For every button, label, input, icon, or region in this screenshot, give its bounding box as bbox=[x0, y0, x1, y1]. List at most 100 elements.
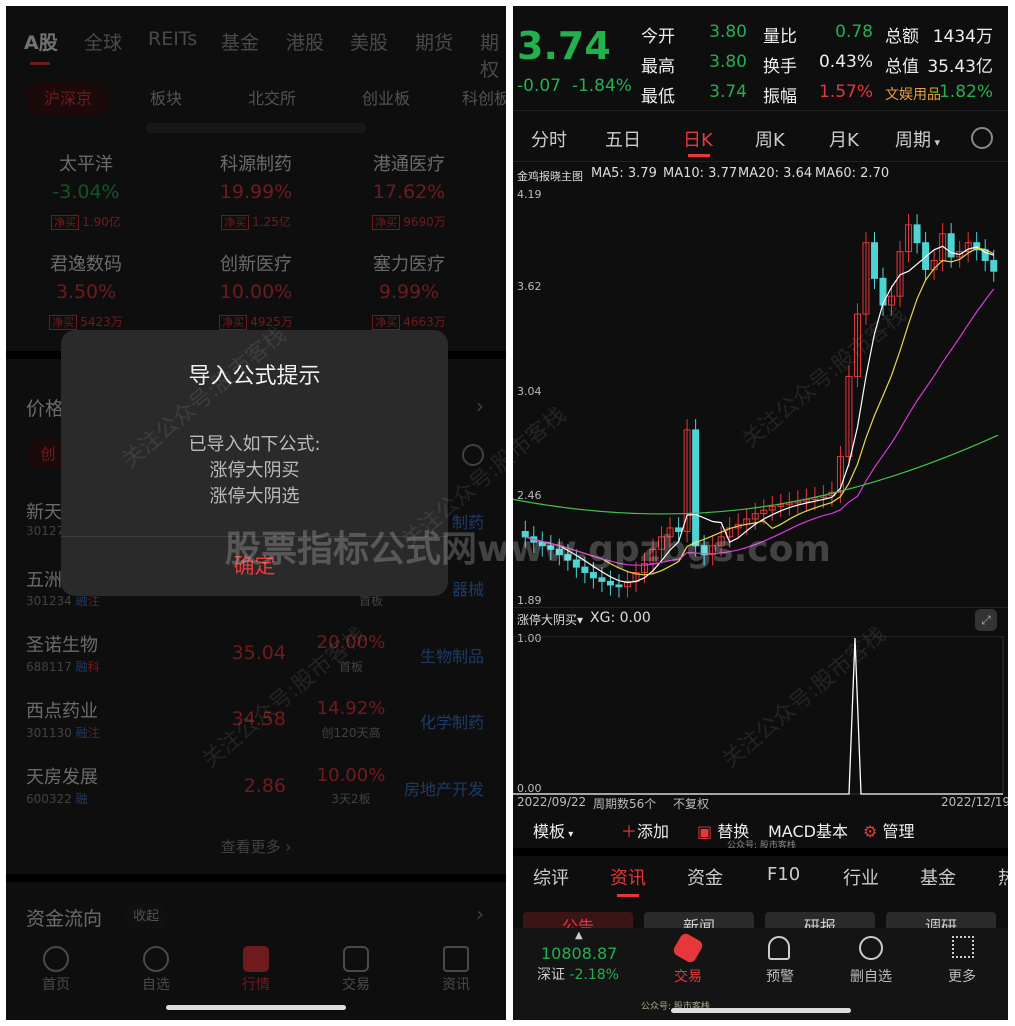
tab-industry[interactable]: 行业 bbox=[843, 864, 879, 890]
tab-news[interactable]: 资讯 bbox=[610, 864, 646, 890]
sector-name[interactable]: 君逸数码 bbox=[11, 250, 161, 276]
tab-intraday[interactable]: 分时 bbox=[531, 126, 567, 152]
tab-reits[interactable]: REITs bbox=[148, 28, 197, 50]
tab-a-shares[interactable]: A股 bbox=[24, 28, 58, 55]
net-buy-amount: 5423万 bbox=[80, 315, 123, 329]
nav-label: 首页 bbox=[42, 977, 70, 993]
manage-button[interactable]: ⚙ 管理 bbox=[863, 818, 914, 842]
stat-label: 换手 bbox=[763, 57, 797, 77]
ma60-label: MA60: 2.70 bbox=[815, 166, 890, 181]
dialog-formula-1: 涨停大阴买 bbox=[209, 460, 300, 481]
plus-circle-icon bbox=[143, 946, 169, 972]
chip-bse[interactable]: 北交所 bbox=[222, 82, 322, 116]
expand-icon[interactable]: ⤢ bbox=[975, 609, 997, 631]
chevron-right-icon[interactable]: › bbox=[476, 394, 484, 418]
adjust-mode[interactable]: 不复权 bbox=[673, 795, 709, 812]
see-more-link[interactable]: 查看更多 › bbox=[6, 836, 506, 857]
tab-f10[interactable]: F10 bbox=[767, 864, 800, 885]
nav-market[interactable]: 行情 bbox=[216, 946, 296, 994]
index-value[interactable]: 10808.87 bbox=[541, 944, 617, 963]
date-start: 2022/09/22 bbox=[517, 795, 587, 809]
nav-label: 预警 bbox=[766, 969, 794, 985]
stat-value: 1.57% bbox=[818, 82, 873, 102]
expand-up-icon[interactable]: ▲ bbox=[575, 930, 583, 941]
tab-overview[interactable]: 综评 bbox=[533, 864, 569, 890]
sector-name[interactable]: 太平洋 bbox=[11, 150, 161, 176]
sector-pct: 3.50% bbox=[55, 281, 117, 303]
nav-watchlist[interactable]: 自选 bbox=[116, 946, 196, 994]
sub-indicator-selector[interactable]: 涨停大阴买▾ bbox=[517, 611, 583, 628]
tab-global[interactable]: 全球 bbox=[84, 28, 122, 55]
change-percent: -1.84% bbox=[571, 76, 632, 96]
period-count: 周期数56个 bbox=[593, 797, 657, 811]
sub-indicator-name: 涨停大阴买 bbox=[517, 613, 578, 627]
sector-name[interactable]: 科源制药 bbox=[181, 150, 331, 176]
sector-pct: 9.99% bbox=[378, 281, 440, 303]
tab-weekly-k[interactable]: 周K bbox=[755, 126, 785, 152]
replace-icon: ▣ bbox=[697, 822, 713, 841]
nav-label: 交易 bbox=[674, 969, 702, 985]
sector-name[interactable]: 塞力医疗 bbox=[334, 250, 484, 276]
current-price: 3.74 bbox=[517, 24, 611, 68]
tab-five-day[interactable]: 五日 bbox=[605, 126, 641, 152]
chevron-right-icon[interactable]: › bbox=[476, 902, 484, 926]
tab-options[interactable]: 期权 bbox=[480, 28, 506, 82]
nav-label: 删自选 bbox=[850, 969, 892, 985]
stock-name[interactable]: 西点药业 bbox=[26, 697, 98, 723]
tab-us[interactable]: 美股 bbox=[350, 28, 388, 55]
tab-funds[interactable]: 基金 bbox=[221, 28, 259, 55]
sector-name[interactable]: 创新医疗 bbox=[181, 250, 331, 276]
drag-handle[interactable] bbox=[146, 123, 366, 133]
minus-circle-icon bbox=[859, 936, 883, 960]
stock-name[interactable]: 五洲 bbox=[26, 566, 62, 592]
see-more-label: 查看更多 bbox=[220, 838, 281, 856]
nav-divider bbox=[6, 934, 506, 935]
template-button[interactable]: 模板 ▾ bbox=[533, 818, 573, 842]
stock-industry[interactable]: 房地产开发 bbox=[374, 776, 484, 800]
stock-price: 35.04 bbox=[231, 642, 286, 664]
add-button[interactable]: ＋添加 bbox=[621, 818, 669, 842]
code-text: 600322 bbox=[26, 792, 72, 806]
fund-flow-title: 资金流向 bbox=[26, 908, 103, 930]
chip-chinext[interactable]: 创业板 bbox=[336, 82, 436, 116]
stat-value: 3.80 bbox=[709, 22, 747, 42]
tab-funds[interactable]: 资金 bbox=[687, 864, 723, 890]
tab-monthly-k[interactable]: 月K bbox=[829, 126, 859, 152]
add-label: 添加 bbox=[637, 822, 670, 841]
manage-gear-icon: ⚙ bbox=[863, 822, 878, 841]
nav-trade[interactable]: 交易 bbox=[316, 946, 396, 994]
sector-net-buy: 净买 1.90亿 bbox=[11, 213, 161, 230]
index-name: 深证 bbox=[537, 967, 565, 983]
nav-label: 行情 bbox=[242, 977, 270, 993]
tab-futures[interactable]: 期货 bbox=[415, 28, 453, 55]
tab-fund[interactable]: 基金 bbox=[920, 864, 956, 890]
ma20-label: MA20: 3.64 bbox=[738, 166, 813, 181]
stock-industry[interactable]: 化学制药 bbox=[374, 709, 484, 733]
margin-flag: 融 bbox=[75, 792, 88, 806]
sector-name[interactable]: 港通医疗 bbox=[334, 150, 484, 176]
news-icon bbox=[443, 946, 469, 972]
active-tab-indicator bbox=[617, 894, 639, 897]
main-indicator-name[interactable]: 金鸡报晓主图 bbox=[517, 168, 583, 184]
chip-all-markets[interactable]: 沪深京 bbox=[26, 82, 110, 116]
collapse-button[interactable]: 收起 bbox=[124, 904, 168, 930]
tab-hot[interactable]: 热 bbox=[998, 864, 1008, 890]
tab-hk[interactable]: 港股 bbox=[286, 28, 324, 55]
stock-name[interactable]: 圣诺生物 bbox=[26, 631, 98, 657]
stock-name[interactable]: 新天 bbox=[26, 498, 62, 524]
chip-star[interactable]: 科创板 bbox=[436, 82, 506, 116]
index-change: 深证 -2.18% bbox=[537, 964, 619, 984]
candle-body bbox=[606, 580, 614, 586]
grid-icon bbox=[952, 936, 974, 958]
nav-home[interactable]: 首页 bbox=[16, 946, 96, 994]
stock-industry[interactable]: 生物制品 bbox=[374, 643, 484, 667]
nav-news[interactable]: 资讯 bbox=[416, 946, 496, 994]
stock-price: 2.86 bbox=[243, 775, 286, 797]
ma10-label: MA10: 3.77 bbox=[663, 166, 738, 181]
chart-settings-icon[interactable] bbox=[971, 127, 993, 149]
chip-sectors[interactable]: 板块 bbox=[124, 82, 208, 116]
ma5-label: MA5: 3.79 bbox=[591, 166, 657, 181]
tab-daily-k[interactable]: 日K bbox=[683, 126, 713, 152]
tab-period[interactable]: 周期 ▾ bbox=[895, 126, 940, 152]
stock-name[interactable]: 天房发展 bbox=[26, 763, 98, 789]
